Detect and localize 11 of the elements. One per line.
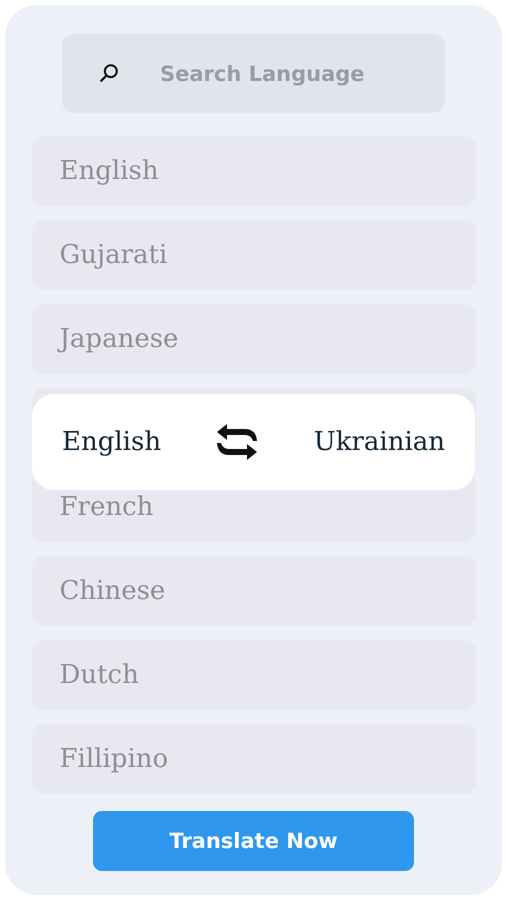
swap-icon[interactable] — [215, 422, 260, 462]
translate-button[interactable]: Translate Now — [93, 811, 414, 871]
language-item[interactable]: Chinese — [32, 556, 476, 626]
language-item[interactable]: English — [32, 136, 476, 206]
language-item[interactable]: Gujarati — [32, 220, 476, 290]
language-item[interactable]: Dutch — [32, 640, 476, 710]
target-language[interactable]: Ukrainian — [314, 427, 445, 457]
language-item[interactable]: Japanese — [32, 304, 476, 374]
search-field[interactable]: Search Language — [62, 34, 445, 113]
source-language[interactable]: English — [62, 427, 162, 457]
language-item[interactable]: Fillipino — [32, 724, 476, 794]
